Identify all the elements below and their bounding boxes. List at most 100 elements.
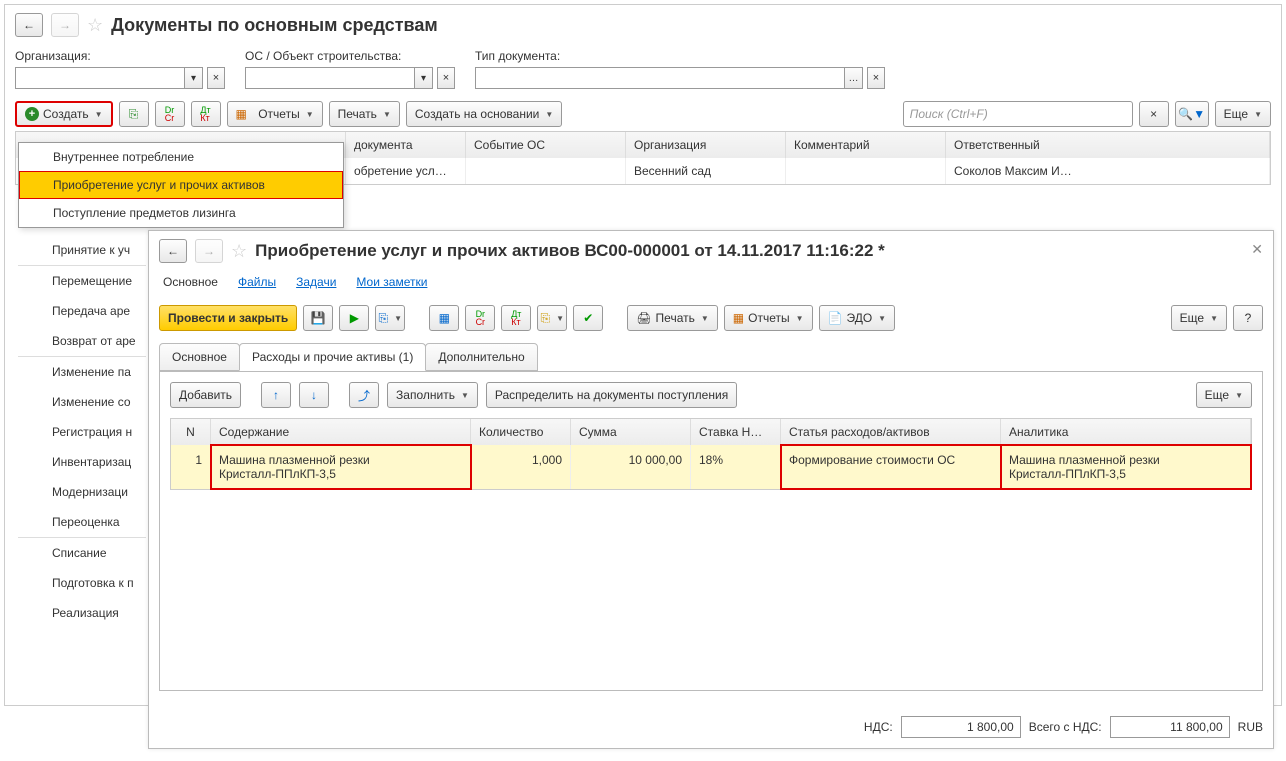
back-button[interactable]: ← <box>15 13 43 37</box>
org-clear-btn[interactable]: × <box>207 67 225 89</box>
save-button[interactable]: 💾 <box>303 305 333 331</box>
side-item[interactable]: Инвентаризац <box>18 447 146 477</box>
check-button[interactable]: ✔ <box>573 305 603 331</box>
link-button[interactable]: ⎘▼ <box>537 305 567 331</box>
link-tasks[interactable]: Задачи <box>296 275 336 289</box>
search-button[interactable]: 🔍▼ <box>1175 101 1209 127</box>
inner-drcr-button[interactable]: DrCr <box>465 305 495 331</box>
forward-button[interactable]: → <box>51 13 79 37</box>
os-input[interactable] <box>245 67 415 89</box>
print-button[interactable]: Печать▼ <box>329 101 400 127</box>
side-item[interactable]: Изменение со <box>18 387 146 417</box>
create-dropdown: Внутреннее потребление Приобретение услу… <box>18 142 344 228</box>
inner-favorite-icon[interactable]: ☆ <box>231 241 247 262</box>
os-clear-btn[interactable]: × <box>437 67 455 89</box>
col-doc-type: документа <box>346 132 466 158</box>
dd-item[interactable]: Поступление предметов лизинга <box>19 199 343 227</box>
os-dropdown-btn[interactable]: ▾ <box>415 67 433 89</box>
side-item[interactable]: Модернизаци <box>18 477 146 507</box>
create-button[interactable]: + Создать ▼ <box>15 101 113 127</box>
doc-title: Приобретение услуг и прочих активов ВС00… <box>255 241 885 261</box>
dtkt-button[interactable]: ДтКт <box>191 101 221 127</box>
total-value: 11 800,00 <box>1110 716 1230 738</box>
distribute-icon-button[interactable]: ⤴ <box>349 382 379 408</box>
post-button[interactable]: ▶ <box>339 305 369 331</box>
col-sum: Сумма <box>571 419 691 445</box>
more-button[interactable]: Еще▼ <box>1215 101 1271 127</box>
inner-dtkt-button[interactable]: ДтКт <box>501 305 531 331</box>
side-item[interactable]: Списание <box>18 538 146 568</box>
side-item[interactable]: Перемещение <box>18 266 146 296</box>
type-label: Тип документа: <box>475 49 885 63</box>
side-item[interactable]: Реализация <box>18 598 146 628</box>
create-based-button[interactable]: ⎘▼ <box>375 305 405 331</box>
col-comment: Комментарий <box>786 132 946 158</box>
favorite-icon[interactable]: ☆ <box>87 15 103 36</box>
edo-button[interactable]: 📄 ЭДО▼ <box>819 305 896 331</box>
distribute-button[interactable]: Распределить на документы поступления <box>486 382 737 408</box>
copy-button[interactable]: ⎘ <box>119 101 149 127</box>
link-notes[interactable]: Мои заметки <box>356 275 427 289</box>
inner-reports-button[interactable]: ▦ Отчеты▼ <box>724 305 813 331</box>
move-down-button[interactable]: ↓ <box>299 382 329 408</box>
side-item[interactable]: Возврат от аре <box>18 326 146 356</box>
attach-button[interactable]: ▦ <box>429 305 459 331</box>
org-input[interactable] <box>15 67 185 89</box>
inner-back-button[interactable]: ← <box>159 239 187 263</box>
search-input[interactable]: Поиск (Ctrl+F) <box>903 101 1133 127</box>
create-based-button[interactable]: Создать на основании▼ <box>406 101 562 127</box>
side-item[interactable]: Принятие к уч <box>18 235 146 265</box>
total-label: Всего с НДС: <box>1029 720 1102 734</box>
currency-label: RUB <box>1238 720 1263 734</box>
cell-content[interactable]: Машина плазменной резки Кристалл-ППлКП-3… <box>211 445 471 489</box>
dd-item-highlighted[interactable]: Приобретение услуг и прочих активов <box>19 171 343 199</box>
fill-button[interactable]: Заполнить▼ <box>387 382 478 408</box>
link-files[interactable]: Файлы <box>238 275 276 289</box>
tab-expenses[interactable]: Расходы и прочие активы (1) <box>239 343 426 371</box>
col-analytics: Аналитика <box>1001 419 1251 445</box>
org-dropdown-btn[interactable]: ▾ <box>185 67 203 89</box>
col-content: Содержание <box>211 419 471 445</box>
dd-item[interactable]: Внутреннее потребление <box>19 143 343 171</box>
cell-sum[interactable]: 10 000,00 <box>571 445 691 489</box>
reports-button[interactable]: ▦ Отчеты▼ <box>227 101 323 127</box>
col-qty: Количество <box>471 419 571 445</box>
col-resp: Ответственный <box>946 132 1270 158</box>
side-item[interactable]: Переоценка <box>18 507 146 537</box>
col-rate: Ставка Н… <box>691 419 781 445</box>
drcr-button[interactable]: DrCr <box>155 101 185 127</box>
document-window: ✕ ← → ☆ Приобретение услуг и прочих акти… <box>148 230 1274 749</box>
cell-org: Весенний сад <box>626 158 786 184</box>
inner-print-button[interactable]: 🖨 Печать▼ <box>627 305 717 331</box>
tab-more-button[interactable]: Еще▼ <box>1196 382 1252 408</box>
page-title: Документы по основным средствам <box>111 15 438 36</box>
link-main[interactable]: Основное <box>163 275 218 289</box>
org-label: Организация: <box>15 49 225 63</box>
col-event: Событие ОС <box>466 132 626 158</box>
move-up-button[interactable]: ↑ <box>261 382 291 408</box>
search-clear-button[interactable]: × <box>1139 101 1169 127</box>
inner-forward-button[interactable]: → <box>195 239 223 263</box>
side-item[interactable]: Передача аре <box>18 296 146 326</box>
add-button[interactable]: Добавить <box>170 382 241 408</box>
type-clear-btn[interactable]: × <box>867 67 885 89</box>
post-and-close-button[interactable]: Провести и закрыть <box>159 305 297 331</box>
cell-doc-type: обретение усл… <box>346 158 466 184</box>
type-dropdown-btn[interactable]: … <box>845 67 863 89</box>
tab-extra[interactable]: Дополнительно <box>425 343 537 371</box>
side-item[interactable]: Регистрация н <box>18 417 146 447</box>
side-item[interactable]: Изменение па <box>18 357 146 387</box>
type-input[interactable] <box>475 67 845 89</box>
cell-qty[interactable]: 1,000 <box>471 445 571 489</box>
side-item[interactable]: Подготовка к п <box>18 568 146 598</box>
close-icon[interactable]: ✕ <box>1251 241 1263 258</box>
tab-main[interactable]: Основное <box>159 343 240 371</box>
cell-rate[interactable]: 18% <box>691 445 781 489</box>
cell-article[interactable]: Формирование стоимости ОС <box>781 445 1001 489</box>
help-button[interactable]: ? <box>1233 305 1263 331</box>
table-row[interactable]: 1 Машина плазменной резки Кристалл-ППлКП… <box>171 445 1251 489</box>
col-n: N <box>171 419 211 445</box>
cell-analytics[interactable]: Машина плазменной резки Кристалл-ППлКП-3… <box>1001 445 1251 489</box>
inner-more-button[interactable]: Еще▼ <box>1171 305 1227 331</box>
cell-n: 1 <box>171 445 211 489</box>
